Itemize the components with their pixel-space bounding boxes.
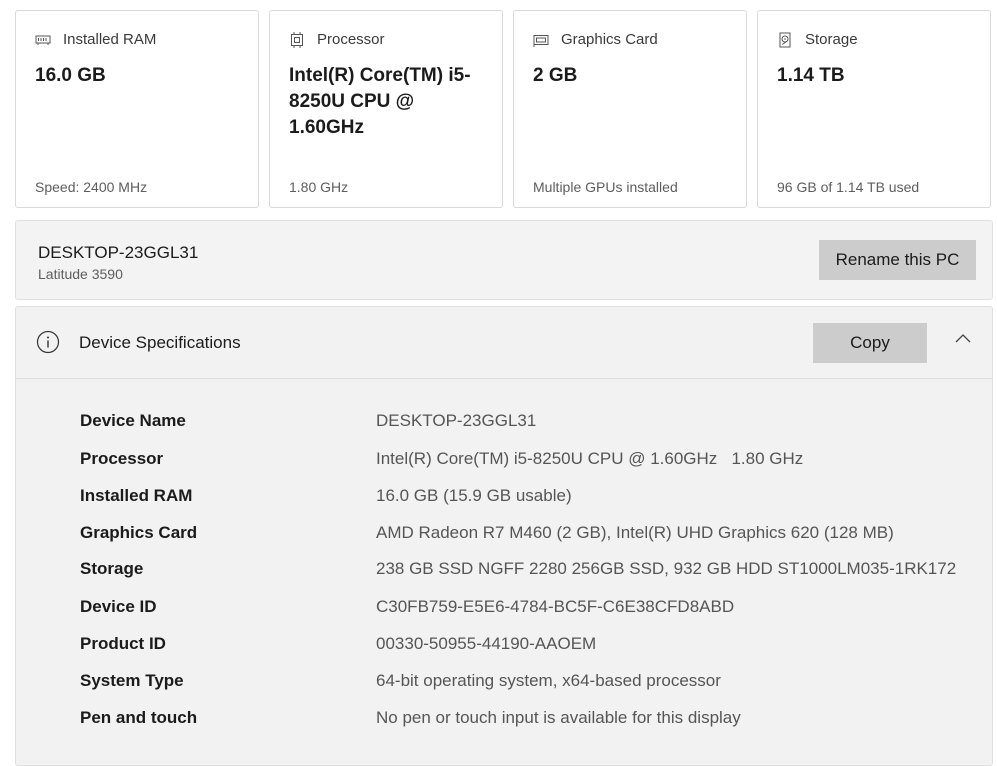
spec-label: Product ID: [80, 634, 166, 653]
copy-button[interactable]: Copy: [813, 323, 927, 363]
spec-row-installed-ram: Installed RAM 16.0 GB (15.9 GB usable): [16, 486, 992, 516]
spec-row-product-id: Product ID 00330-50955-44190-AAOEM: [16, 634, 992, 664]
storage-icon: [777, 32, 793, 48]
processor-card-title: Processor: [317, 31, 385, 48]
graphics-card-sub: Multiple GPUs installed: [533, 179, 678, 195]
spec-value: DESKTOP-23GGL31: [376, 411, 537, 430]
graphics-card-card: Graphics Card 2 GB Multiple GPUs install…: [513, 10, 747, 208]
spec-label: Device Name: [80, 411, 186, 430]
spec-row-graphics-card: Graphics Card AMD Radeon R7 M460 (2 GB),…: [16, 523, 992, 553]
graphics-card-header: Graphics Card: [533, 31, 658, 48]
processor-icon: [289, 31, 305, 48]
pc-model: Latitude 3590: [38, 266, 123, 282]
ram-card-title: Installed RAM: [63, 31, 157, 48]
device-specifications-panel: Device Specifications Copy Device Name D…: [15, 306, 993, 766]
device-specifications-header[interactable]: Device Specifications Copy: [16, 307, 992, 379]
spec-row-device-id: Device ID C30FB759-E5E6-4784-BC5F-C6E38C…: [16, 597, 992, 627]
storage-card-header: Storage: [777, 31, 858, 48]
spec-label: Installed RAM: [80, 486, 193, 505]
device-specifications-title: Device Specifications: [79, 333, 241, 352]
storage-card-sub: 96 GB of 1.14 TB used: [777, 179, 920, 195]
spec-value: Intel(R) Core(TM) i5-8250U CPU @ 1.60GHz…: [376, 449, 804, 468]
spec-value: 238 GB SSD NGFF 2280 256GB SSD, 932 GB H…: [376, 559, 957, 578]
spec-label: System Type: [80, 671, 184, 690]
info-icon: [36, 330, 60, 354]
pc-name-panel: DESKTOP-23GGL31 Latitude 3590 Rename thi…: [15, 220, 993, 300]
ram-card-sub: Speed: 2400 MHz: [35, 179, 148, 195]
spec-value: 16.0 GB (15.9 GB usable): [376, 486, 572, 505]
storage-card: Storage 1.14 TB 96 GB of 1.14 TB used: [757, 10, 991, 208]
spec-value: 00330-50955-44190-AAOEM: [376, 634, 597, 653]
graphics-card-title: Graphics Card: [561, 31, 658, 48]
pc-name: DESKTOP-23GGL31: [38, 243, 199, 262]
storage-card-title: Storage: [805, 31, 858, 48]
graphics-card-value: 2 GB: [533, 65, 578, 86]
rename-pc-button[interactable]: Rename this PC: [819, 240, 976, 280]
spec-value: No pen or touch input is available for t…: [376, 708, 741, 727]
spec-value: C30FB759-E5E6-4784-BC5F-C6E38CFD8ABD: [376, 597, 735, 616]
spec-label: Device ID: [80, 597, 157, 616]
ram-card-header: Installed RAM: [35, 31, 156, 48]
storage-card-value: 1.14 TB: [777, 65, 845, 86]
ram-icon: [35, 32, 51, 48]
spec-label: Storage: [80, 559, 144, 578]
spec-value: 64-bit operating system, x64-based proce…: [376, 671, 721, 690]
graphics-card-icon: [533, 32, 549, 48]
spec-value: AMD Radeon R7 M460 (2 GB), Intel(R) UHD …: [376, 523, 894, 542]
spec-row-device-name: Device Name DESKTOP-23GGL31: [16, 411, 992, 441]
spec-row-system-type: System Type 64-bit operating system, x64…: [16, 671, 992, 701]
spec-label: Processor: [80, 449, 164, 468]
processor-card: Processor Intel(R) Core(TM) i5-8250U CPU…: [269, 10, 503, 208]
spec-label: Graphics Card: [80, 523, 198, 542]
processor-card-sub: 1.80 GHz: [289, 179, 349, 195]
ram-card: Installed RAM 16.0 GB Speed: 2400 MHz: [15, 10, 259, 208]
spec-label: Pen and touch: [80, 708, 198, 727]
spec-row-storage: Storage 238 GB SSD NGFF 2280 256GB SSD, …: [16, 559, 992, 589]
processor-card-value: Intel(R) Core(TM) i5-8250U CPU @ 1.60GHz: [289, 65, 471, 138]
processor-card-header: Processor: [289, 31, 385, 48]
spec-row-processor: Processor Intel(R) Core(TM) i5-8250U CPU…: [16, 449, 992, 479]
chevron-up-icon[interactable]: [953, 331, 973, 345]
spec-row-pen-and-touch: Pen and touch No pen or touch input is a…: [16, 708, 992, 738]
ram-card-value: 16.0 GB: [35, 65, 106, 86]
